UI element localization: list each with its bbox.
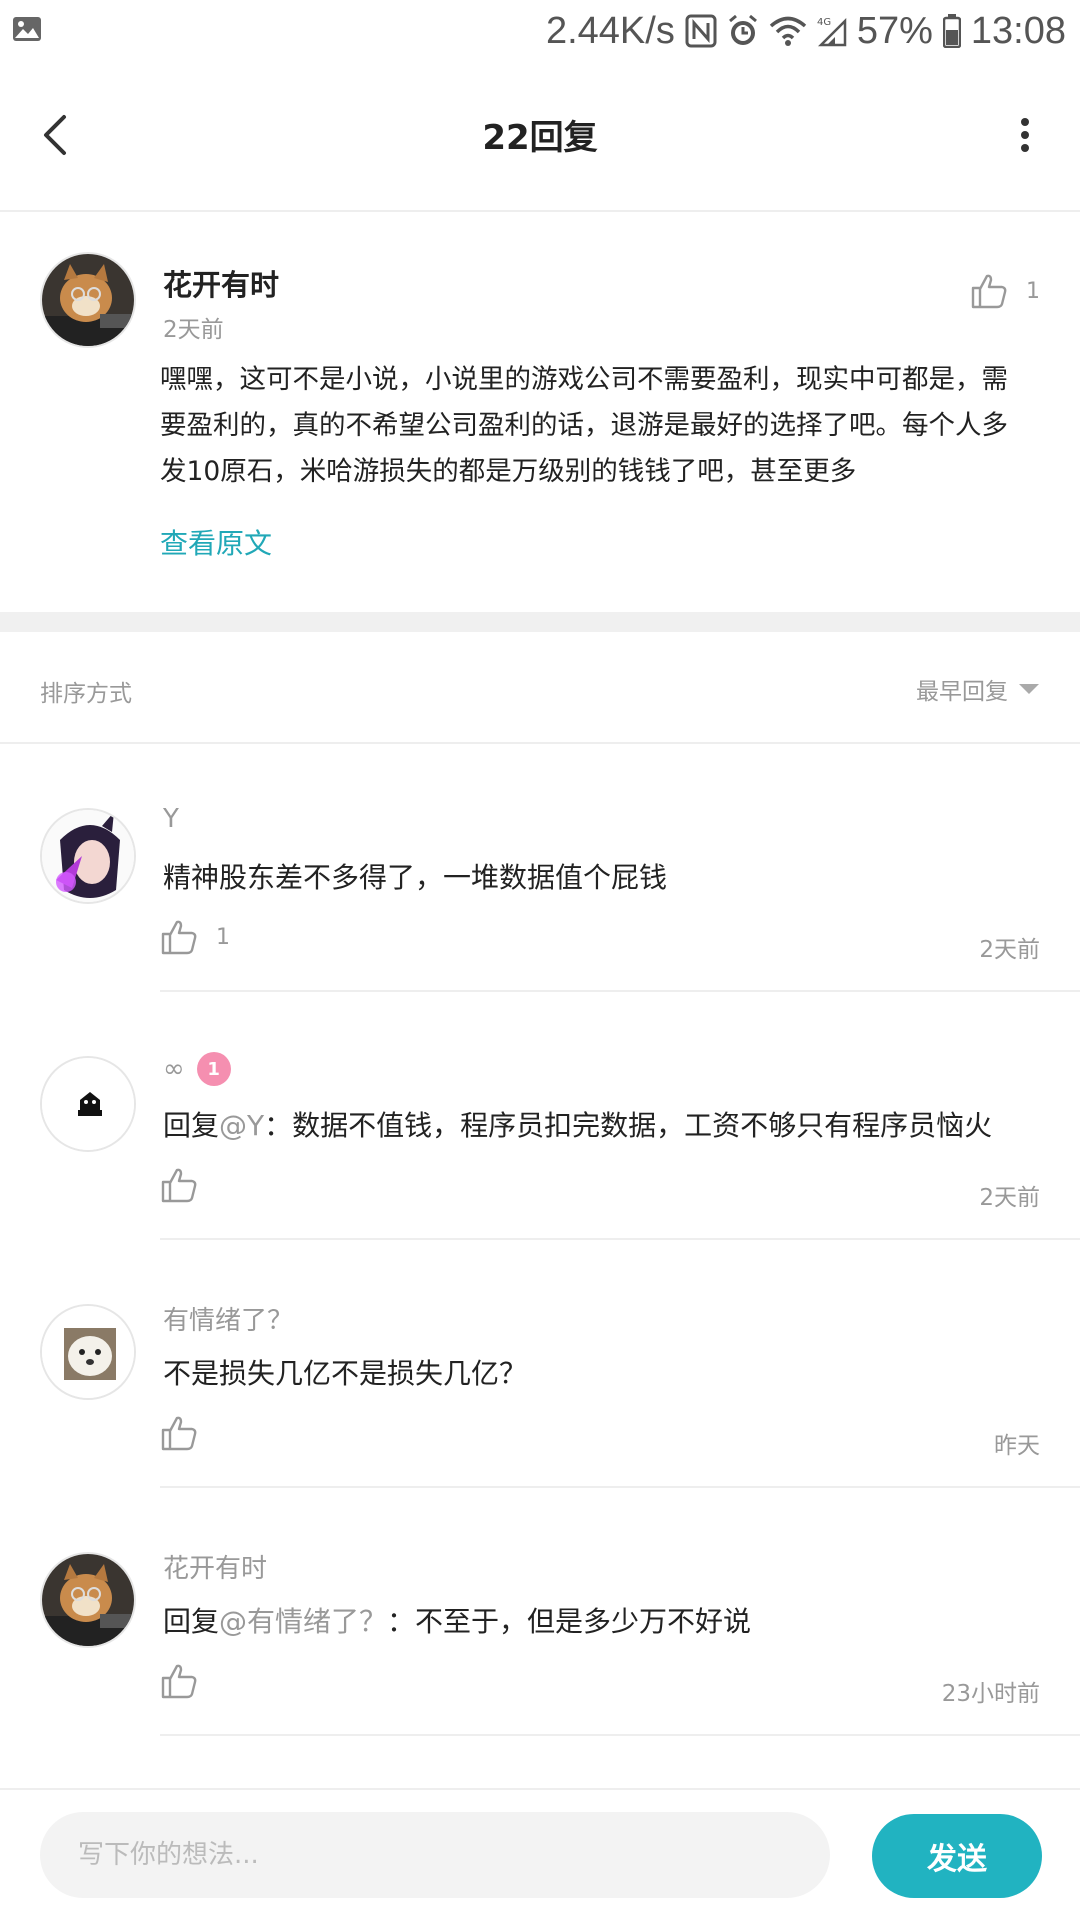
reply-item: ∞ 1 回复@Y：数据不值钱，程序员扣完数据，工资不够只有程序员恼火 2天前 [0, 992, 1080, 1240]
reply-author[interactable]: 有情绪了？ [163, 1300, 293, 1337]
top-bar: 22回复 [0, 62, 1080, 212]
original-comment: 花开有时 2天前 1 嘿嘿，这可不是小说，小说里的游戏公司不需要盈利，现实中可都… [0, 212, 1080, 612]
view-original-link[interactable]: 查看原文 [160, 522, 272, 562]
image-icon [12, 16, 42, 42]
like-button[interactable]: 1 [970, 272, 1040, 310]
avatar[interactable] [40, 1056, 136, 1152]
reply-time: 2天前 [979, 937, 1040, 963]
sort-label: 排序方式 [40, 681, 132, 707]
battery-icon [942, 14, 961, 48]
svg-text:4G: 4G [817, 17, 831, 28]
author-name[interactable]: 花开有时 [163, 262, 279, 304]
composer-bar: 发送 [0, 1788, 1080, 1922]
page-title: 22回复 [482, 118, 598, 158]
caret-down-icon [1019, 684, 1039, 694]
avatar[interactable] [40, 252, 136, 348]
status-bar: 2.44K/s 4G 57% 13:08 [0, 0, 1080, 62]
reply-text: 不是损失几亿不是损失几亿？ [163, 1357, 528, 1390]
sort-bar: 排序方式 最早回复 [0, 632, 1080, 744]
reply-item: Y 精神股东差不多得了，一堆数据值个屁钱 1 2天前 [0, 744, 1080, 992]
mention-link[interactable]: @有情绪了？ [219, 1605, 387, 1638]
sort-dropdown[interactable]: 最早回复 [916, 672, 1040, 706]
avatar[interactable] [40, 808, 136, 904]
like-count: 1 [1026, 278, 1040, 304]
send-button[interactable]: 发送 [872, 1814, 1042, 1898]
like-button[interactable]: 1 [160, 918, 230, 956]
clock: 13:08 [970, 9, 1066, 52]
reply-time: 2天前 [979, 1185, 1040, 1211]
avatar[interactable] [40, 1552, 136, 1648]
avatar[interactable] [40, 1304, 136, 1400]
like-count: 1 [216, 924, 230, 950]
level-badge: 1 [196, 1052, 231, 1086]
reply-author[interactable]: ∞ [163, 1054, 185, 1084]
more-vertical-icon [1021, 118, 1029, 152]
wifi-icon [769, 15, 807, 47]
reply-item: 有情绪了？ 不是损失几亿不是损失几亿？ 昨天 [0, 1240, 1080, 1488]
like-button[interactable] [160, 1662, 216, 1700]
reply-text: 回复@Y：数据不值钱，程序员扣完数据，工资不够只有程序员恼火 [163, 1109, 993, 1142]
comment-input[interactable] [40, 1812, 830, 1898]
reply-time: 昨天 [994, 1433, 1040, 1459]
divider [160, 1734, 1080, 1736]
reply-time: 23小时前 [941, 1681, 1040, 1707]
like-button[interactable] [160, 1166, 216, 1204]
comment-body: 嘿嘿，这可不是小说，小说里的游戏公司不需要盈利，现实中可都是，需要盈利的，真的不… [160, 364, 1008, 487]
signal-icon: 4G [817, 15, 847, 47]
nfc-icon [685, 14, 717, 48]
battery-percent: 57% [856, 9, 933, 52]
section-divider [0, 612, 1080, 632]
network-speed: 2.44K/s [545, 9, 675, 52]
thumbs-up-icon [161, 1168, 197, 1203]
more-button[interactable] [1010, 110, 1040, 160]
reply-author[interactable]: 花开有时 [163, 1548, 267, 1585]
thumbs-up-icon [971, 274, 1007, 309]
sort-value: 最早回复 [916, 679, 1008, 705]
thumbs-up-icon [161, 1416, 197, 1451]
reply-author[interactable]: Y [163, 804, 179, 834]
reply-text: 回复@有情绪了？：不至于，但是多少万不好说 [163, 1605, 752, 1638]
reply-text: 精神股东差不多得了，一堆数据值个屁钱 [163, 861, 668, 894]
reply-item: 花开有时 回复@有情绪了？：不至于，但是多少万不好说 23小时前 [0, 1488, 1080, 1736]
mention-link[interactable]: @Y [219, 1109, 264, 1142]
thumbs-up-icon [161, 920, 197, 955]
post-time: 2天前 [163, 317, 224, 343]
thumbs-up-icon [161, 1664, 197, 1699]
alarm-icon [727, 14, 759, 48]
like-button[interactable] [160, 1414, 216, 1452]
